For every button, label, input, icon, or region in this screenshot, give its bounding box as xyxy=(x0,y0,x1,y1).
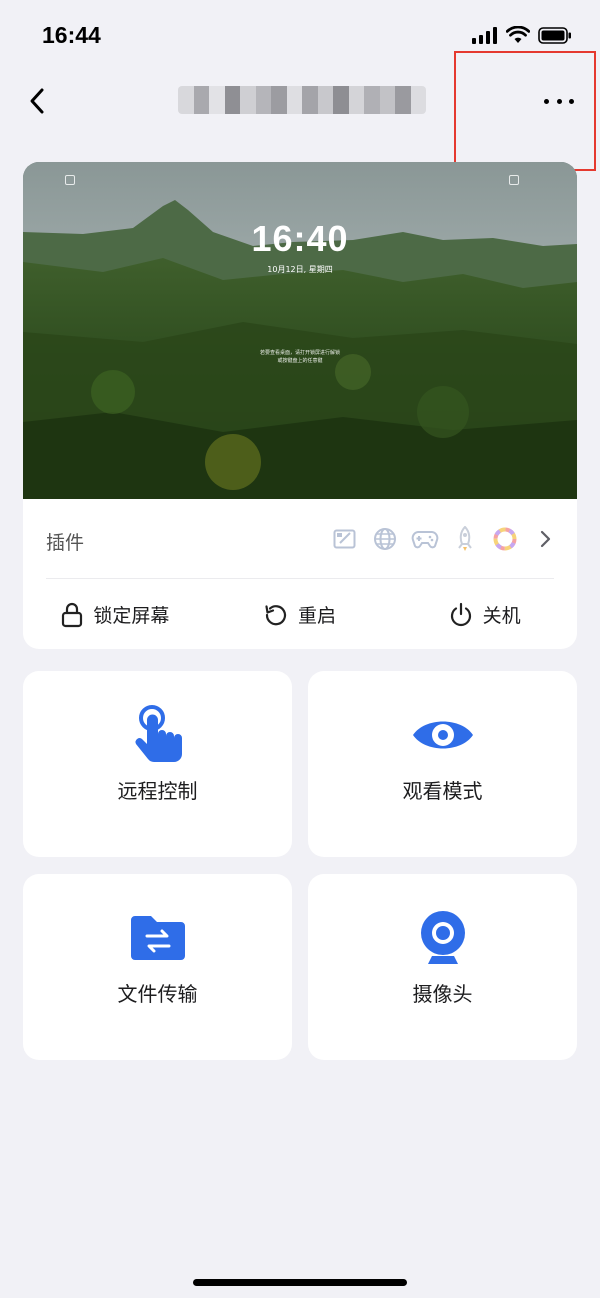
signal-icon xyxy=(472,26,497,44)
watch-mode-card[interactable]: 观看模式 xyxy=(308,671,577,857)
device-card: 16:40 10月12日, 星期四 若要查看桌面，请打开锁屏进行解锁 或按键盘上… xyxy=(23,162,577,649)
webcam-icon xyxy=(411,906,475,970)
eye-icon xyxy=(411,703,475,767)
folder-transfer-icon xyxy=(126,906,190,970)
chevron-right-icon[interactable] xyxy=(531,525,559,553)
camera-label: 摄像头 xyxy=(412,982,473,1006)
shutdown-button[interactable]: 关机 xyxy=(392,580,577,649)
status-bar: 16:44 xyxy=(0,0,600,70)
whiteboard-icon[interactable] xyxy=(331,525,359,553)
power-actions: 锁定屏幕 重启 关机 xyxy=(23,580,577,649)
camera-card[interactable]: 摄像头 xyxy=(308,874,577,1060)
battery-icon xyxy=(538,26,571,44)
plugins-label: 插件 xyxy=(46,532,85,554)
chevron-left-icon xyxy=(30,88,44,114)
status-icons xyxy=(472,26,572,44)
hand-touch-icon xyxy=(126,703,190,767)
divider xyxy=(46,578,554,579)
colorful-ring-icon[interactable] xyxy=(491,525,519,553)
lock-screen-label: 锁定屏幕 xyxy=(93,605,170,627)
lock-screen-time: 16:40 xyxy=(251,218,349,259)
lock-screen-date: 10月12日, 星期四 xyxy=(267,265,333,274)
restart-label: 重启 xyxy=(298,605,337,627)
device-name-blurred xyxy=(178,86,426,114)
back-button[interactable] xyxy=(20,84,54,118)
watch-mode-label: 观看模式 xyxy=(402,779,483,803)
globe-icon[interactable] xyxy=(371,525,399,553)
landscape-wallpaper xyxy=(23,162,577,499)
file-transfer-label: 文件传输 xyxy=(117,982,198,1006)
plugin-row[interactable]: 插件 xyxy=(23,499,577,579)
file-transfer-card[interactable]: 文件传输 xyxy=(23,874,292,1060)
plugin-icons xyxy=(331,525,559,553)
lock-screen-button[interactable]: 锁定屏幕 xyxy=(23,580,208,649)
status-time: 16:44 xyxy=(42,22,101,48)
more-button[interactable] xyxy=(544,90,574,112)
nav-bar xyxy=(0,70,600,132)
more-dot-icon xyxy=(544,98,549,104)
wifi-icon xyxy=(506,26,530,43)
shutdown-label: 关机 xyxy=(482,605,521,627)
screen-preview[interactable]: 16:40 10月12日, 星期四 若要查看桌面，请打开锁屏进行解锁 或按键盘上… xyxy=(23,162,577,499)
more-dot-icon xyxy=(569,98,574,104)
remote-control-card[interactable]: 远程控制 xyxy=(23,671,292,857)
search-icon xyxy=(65,175,75,185)
remote-control-label: 远程控制 xyxy=(117,779,198,803)
lock-icon xyxy=(62,602,83,627)
camera-icon xyxy=(509,175,519,185)
lock-screen-hint: 若要查看桌面，请打开锁屏进行解锁 xyxy=(259,350,340,356)
restart-button[interactable]: 重启 xyxy=(208,580,393,649)
home-indicator[interactable] xyxy=(193,1279,407,1286)
lock-screen-hint: 或按键盘上的任意键 xyxy=(277,358,323,364)
more-dot-icon xyxy=(556,98,562,104)
restart-icon xyxy=(265,604,287,625)
power-icon xyxy=(450,602,471,626)
gamepad-icon[interactable] xyxy=(411,525,439,553)
rocket-icon[interactable] xyxy=(451,525,479,553)
